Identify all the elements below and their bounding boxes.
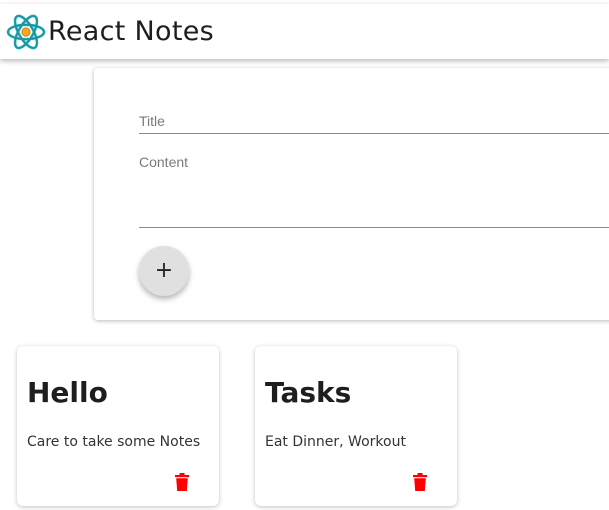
- note-content: Care to take some Notes: [27, 434, 201, 450]
- create-note-form: +: [94, 68, 609, 320]
- note-title: Hello: [27, 376, 108, 409]
- trash-icon: [175, 473, 189, 491]
- app-header: React Notes: [0, 4, 609, 59]
- delete-note-button[interactable]: [172, 471, 192, 493]
- delete-note-button[interactable]: [410, 471, 430, 493]
- title-input[interactable]: [139, 108, 609, 134]
- content-input[interactable]: [139, 154, 609, 228]
- trash-icon: [413, 473, 427, 491]
- note-card: Tasks Eat Dinner, Workout: [255, 346, 457, 506]
- add-note-button[interactable]: +: [139, 246, 189, 296]
- atom-icon: [6, 14, 46, 49]
- note-card: Hello Care to take some Notes: [17, 346, 219, 506]
- app-title: React Notes: [48, 16, 214, 47]
- note-title: Tasks: [265, 376, 352, 409]
- plus-icon: +: [154, 258, 174, 283]
- note-content: Eat Dinner, Workout: [265, 434, 406, 450]
